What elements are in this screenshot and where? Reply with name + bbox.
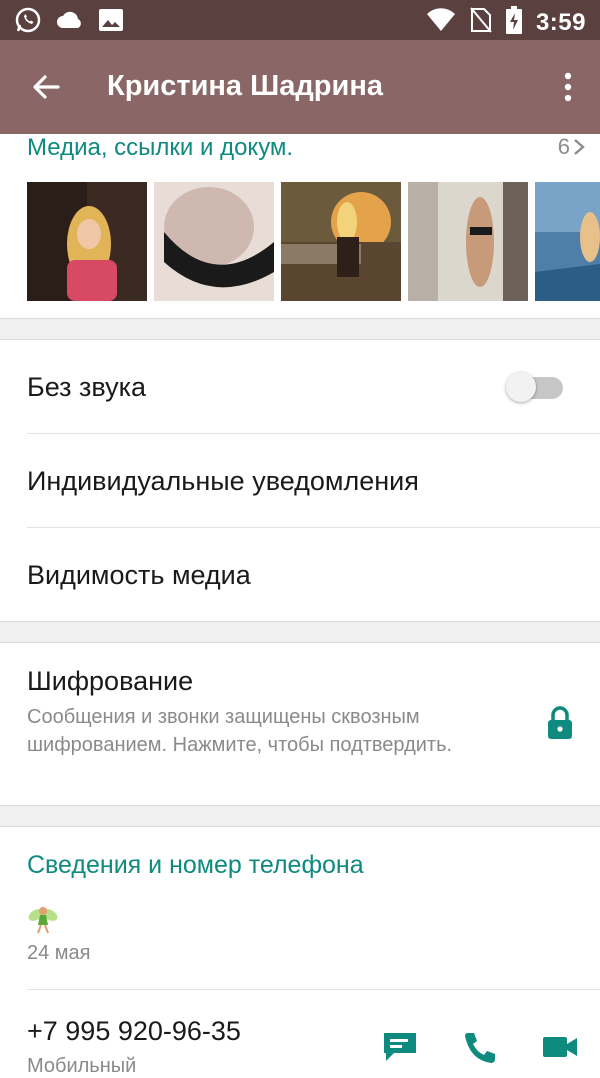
custom-notifications-label: Индивидуальные уведомления bbox=[27, 466, 419, 496]
section-separator bbox=[0, 621, 600, 643]
wifi-icon bbox=[426, 7, 456, 38]
arrow-left-icon bbox=[33, 75, 60, 99]
clock: 3:59 bbox=[535, 8, 586, 36]
encryption-title: Шифрование bbox=[27, 666, 194, 696]
battery-charging-icon bbox=[505, 6, 522, 39]
mute-label: Без звука bbox=[27, 372, 147, 402]
media-visibility-label: Видимость медиа bbox=[27, 560, 251, 590]
section-separator bbox=[0, 805, 600, 827]
whatsapp-icon bbox=[14, 6, 42, 39]
media-thumbnail[interactable] bbox=[535, 182, 600, 301]
status-bar: 3:59 bbox=[0, 0, 600, 40]
video-call-icon[interactable] bbox=[541, 1030, 579, 1064]
no-sim-icon bbox=[470, 7, 492, 38]
encryption-description: Сообщения и звонки защищены сквозным шиф… bbox=[27, 706, 453, 756]
about-section-title: Сведения и номер телефона bbox=[27, 851, 364, 879]
phone-call-icon[interactable] bbox=[462, 1030, 500, 1064]
message-icon[interactable] bbox=[381, 1030, 419, 1064]
media-thumbnail[interactable] bbox=[154, 182, 274, 301]
phone-number[interactable]: +7 995 920-96-35 bbox=[27, 1016, 241, 1047]
media-thumbnails bbox=[27, 182, 600, 301]
divider bbox=[27, 989, 600, 990]
media-count: 6 bbox=[557, 134, 570, 159]
app-bar: Кристина Шадрина bbox=[0, 40, 600, 134]
image-icon bbox=[98, 8, 124, 37]
section-separator bbox=[0, 318, 600, 340]
more-vert-icon bbox=[564, 72, 572, 102]
fairy-emoji bbox=[28, 907, 58, 934]
media-title: Медиа, ссылки и докум. bbox=[27, 134, 294, 161]
back-button[interactable] bbox=[26, 67, 66, 107]
media-section-header[interactable]: Медиа, ссылки и докум. 6 bbox=[0, 134, 600, 180]
custom-notifications-row[interactable]: Индивидуальные уведомления bbox=[0, 434, 600, 527]
mute-toggle-thumb[interactable] bbox=[506, 372, 536, 402]
about-date: 24 мая bbox=[27, 942, 91, 964]
lock-icon bbox=[548, 706, 572, 739]
overflow-menu-button[interactable] bbox=[558, 68, 578, 108]
cloud-icon bbox=[56, 9, 84, 36]
media-visibility-row[interactable]: Видимость медиа bbox=[0, 528, 600, 621]
media-thumbnail[interactable] bbox=[408, 182, 528, 301]
media-thumbnail[interactable] bbox=[281, 182, 401, 301]
media-thumbnail[interactable] bbox=[27, 182, 147, 301]
chevron-right-icon bbox=[574, 139, 585, 155]
contact-name: Кристина Шадрина bbox=[107, 70, 383, 102]
